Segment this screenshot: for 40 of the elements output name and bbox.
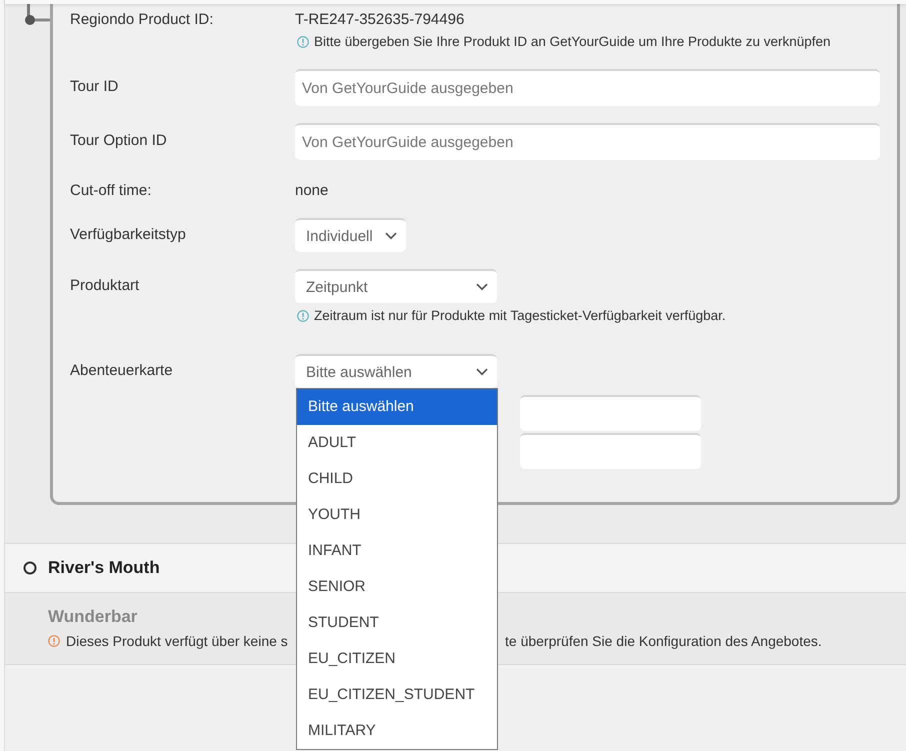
field-value: none (295, 181, 328, 201)
dropdown-option[interactable]: SENIOR (297, 569, 497, 605)
dropdown-option[interactable]: EU_CITIZEN_STUDENT (297, 677, 497, 713)
chevron-down-icon (476, 368, 488, 376)
text-input[interactable] (520, 433, 701, 469)
text-input[interactable] (520, 395, 701, 431)
field-label: Cut-off time: (70, 181, 152, 201)
dropdown-select[interactable]: Individuell (295, 218, 406, 252)
field-label: Regiondo Product ID: (70, 10, 214, 30)
dropdown-option[interactable]: EU_CITIZEN (297, 641, 497, 677)
warning-icon (48, 635, 60, 647)
offer-title: Wunderbar (48, 607, 138, 627)
dropdown-option[interactable]: CHILD (297, 461, 497, 497)
field-label: Tour Option ID (70, 131, 167, 151)
text-input[interactable]: Von GetYourGuide ausgegeben (295, 69, 880, 106)
text-input[interactable]: Von GetYourGuide ausgegeben (295, 123, 880, 160)
dropdown-option[interactable]: STUDENT (297, 605, 497, 641)
field-label: Tour ID (70, 77, 118, 97)
chevron-down-icon (384, 232, 397, 240)
dropdown-option[interactable]: ADULT (297, 425, 497, 461)
hint-text: Zeitraum ist nur für Produkte mit Tagesticket-Verfügbarkeit verfügbar. (314, 307, 726, 325)
chevron-down-icon (476, 283, 488, 291)
hint-text: Bitte übergeben Sie Ihre Produkt ID an GetYourGuide um Ihre Produkte zu verknüpfen (314, 33, 831, 51)
field-value: T-RE247-352635-794496 (295, 10, 464, 30)
tree-connector-icon (25, 4, 50, 25)
dropdown-option[interactable]: Bitte auswählen (297, 389, 497, 425)
dropdown-option[interactable]: YOUTH (297, 497, 497, 533)
warning-text: te überprüfen Sie die Konfiguration des Angebotes. (505, 632, 822, 651)
dropdown-option[interactable]: MILITARY (297, 713, 497, 749)
radio-button-icon[interactable] (23, 561, 37, 575)
dropdown-select[interactable]: Zeitpunkt (295, 269, 497, 303)
info-icon (297, 310, 309, 322)
info-icon (297, 36, 309, 48)
field-label: Abenteuerkarte (70, 361, 173, 381)
field-label: Produktart (70, 276, 140, 296)
dropdown-select[interactable]: Bitte auswählen (295, 354, 497, 388)
option-title: River's Mouth (48, 558, 160, 578)
dropdown-option[interactable]: INFANT (297, 533, 497, 569)
warning-text: Dieses Produkt verfügt über keine s (66, 632, 288, 651)
field-label: Verfügbarkeitstyp (70, 225, 186, 245)
